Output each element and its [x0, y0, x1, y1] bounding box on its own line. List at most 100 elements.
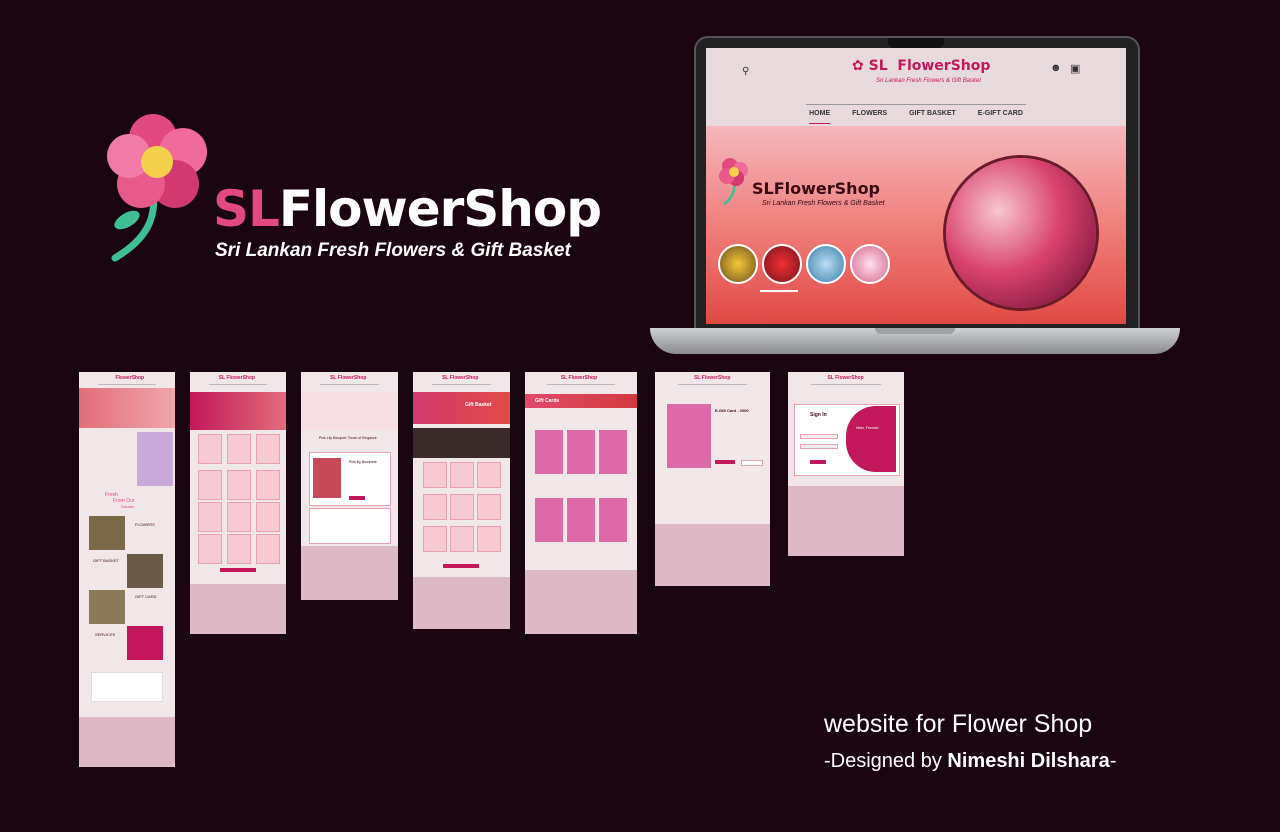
page-giftbasket-intro [413, 428, 510, 458]
add-to-cart-button[interactable] [349, 496, 365, 500]
sign-in-button[interactable] [810, 460, 826, 464]
credit-author: Nimeshi Dilshara [947, 750, 1110, 772]
pagination[interactable] [220, 568, 256, 572]
product-card[interactable] [227, 434, 251, 464]
gift-card-item[interactable] [599, 498, 627, 542]
page-egift-image [667, 404, 711, 468]
email-field[interactable] [800, 434, 838, 439]
page-signin-logo: SL FlowerShop [827, 375, 864, 381]
hero-subtitle: Sri Lankan Fresh Flowers & Gift Basket [762, 200, 885, 207]
page-home-nav [98, 384, 156, 387]
page-signin-welcome [846, 406, 896, 472]
page-egift-footer [655, 524, 770, 586]
product-card[interactable] [477, 462, 501, 488]
brand-tagline: Sri Lankan Fresh Flowers & Gift Basket [215, 240, 571, 261]
gift-card-item[interactable] [599, 430, 627, 474]
page-home-logo: FlowerShop [115, 375, 145, 381]
laptop-groove [875, 328, 955, 334]
page-product-name: Pink lily Bouquets [349, 460, 377, 464]
buy-now-button[interactable] [741, 460, 763, 466]
product-card[interactable] [423, 494, 447, 520]
site-logo-sl: SL [868, 58, 888, 74]
page-signin-footer [788, 486, 904, 556]
product-card[interactable] [477, 494, 501, 520]
page-giftcards-nav [547, 384, 615, 387]
credit-title: website for Flower Shop [824, 710, 1093, 738]
product-card[interactable] [423, 462, 447, 488]
page-product-banner [301, 392, 398, 430]
page-giftbasket-footer [413, 577, 510, 629]
product-card[interactable] [450, 494, 474, 520]
page-home-services-img [127, 626, 163, 660]
product-card[interactable] [227, 470, 251, 500]
hero-thumb-pink[interactable] [850, 244, 890, 284]
product-card[interactable] [198, 470, 222, 500]
product-card[interactable] [256, 470, 280, 500]
hero-thumb-sunflowers[interactable] [718, 244, 758, 284]
carousel-indicator [760, 290, 798, 292]
page-product-thumbnail: SL FlowerShop Pink Lily Bouquet: Touch o… [301, 372, 398, 600]
page-flowers-nav [209, 384, 267, 387]
product-card[interactable] [423, 526, 447, 552]
nav-home[interactable]: HOME [809, 110, 831, 124]
cart-icon[interactable]: ▣ [1070, 62, 1080, 75]
product-card[interactable] [227, 534, 251, 564]
page-giftcards-footer [525, 570, 637, 634]
page-giftbasket-nav [432, 384, 491, 387]
page-egift-title: E-Gift Card - 2000 [715, 408, 749, 413]
product-card[interactable] [450, 462, 474, 488]
gift-card-item[interactable] [567, 430, 595, 474]
product-card[interactable] [198, 534, 222, 564]
product-card[interactable] [256, 502, 280, 532]
page-egift-logo: SL FlowerShop [694, 375, 731, 381]
page-home-services: SERVICES [95, 632, 116, 637]
page-product-logo: SL FlowerShop [330, 375, 367, 381]
credit-suffix: - [1109, 750, 1117, 772]
brand-name: SLFlowerShop [213, 180, 602, 238]
page-giftbasket-banner [413, 392, 510, 424]
page-giftbasket-logo: SL FlowerShop [442, 375, 479, 381]
page-egift-nav [678, 384, 747, 387]
page-home-flowers: FLOWERS [135, 522, 155, 527]
product-card[interactable] [450, 526, 474, 552]
gift-card-item[interactable] [535, 430, 563, 474]
page-signin-nav [811, 384, 881, 387]
hero-thumb-roses[interactable] [762, 244, 802, 284]
hero-thumb-blue[interactable] [806, 244, 846, 284]
hero-banner: SLFlowerShop Sri Lankan Fresh Flowers & … [706, 126, 1126, 324]
nav-egift-card[interactable]: E-GIFT CARD [978, 110, 1023, 124]
nav-gift-basket[interactable]: GIFT BASKET [909, 110, 956, 124]
product-card[interactable] [227, 502, 251, 532]
hero-bouquet-image [946, 158, 1096, 308]
laptop-lid: ⚲ ✿ SL FlowerShop Sri Lankan Fresh Flowe… [694, 36, 1140, 332]
site-logo-name: FlowerShop [897, 58, 991, 74]
password-field[interactable] [800, 444, 838, 449]
page-home-flowers-img [89, 516, 125, 550]
search-icon[interactable]: ⚲ [742, 66, 749, 77]
product-card[interactable] [256, 534, 280, 564]
nav-flowers[interactable]: FLOWERS [852, 110, 887, 124]
add-to-cart-button[interactable] [715, 460, 735, 464]
page-product-title: Pink Lily Bouquet: Touch of Elegance [319, 436, 377, 440]
laptop-screen: ⚲ ✿ SL FlowerShop Sri Lankan Fresh Flowe… [706, 48, 1126, 324]
hero-title: SLFlowerShop [752, 179, 881, 198]
page-giftbasket-title: Gift Basket [465, 402, 492, 408]
page-home-gift-card: GIFT CARD [135, 594, 157, 599]
product-card[interactable] [198, 434, 222, 464]
brand-flowershop: FlowerShop [278, 180, 602, 238]
credit-designer: -Designed by Nimeshi Dilshara- [824, 750, 1116, 773]
gift-card-item[interactable] [567, 498, 595, 542]
page-flowers-thumbnail: SL FlowerShop [190, 372, 286, 634]
gift-card-item[interactable] [535, 498, 563, 542]
product-card[interactable] [477, 526, 501, 552]
page-home-giftbasket-img [127, 554, 163, 588]
page-home-footer [79, 717, 175, 767]
pagination[interactable] [443, 564, 479, 568]
page-home-hero [79, 388, 175, 428]
brand-logo: SLFlowerShop Sri Lankan Fresh Flowers & … [105, 110, 645, 270]
product-card[interactable] [198, 502, 222, 532]
user-icon[interactable]: ☻ [1050, 62, 1062, 74]
site-logo[interactable]: ✿ SL FlowerShop [852, 58, 990, 74]
product-card[interactable] [256, 434, 280, 464]
page-flowers-footer [190, 584, 286, 634]
